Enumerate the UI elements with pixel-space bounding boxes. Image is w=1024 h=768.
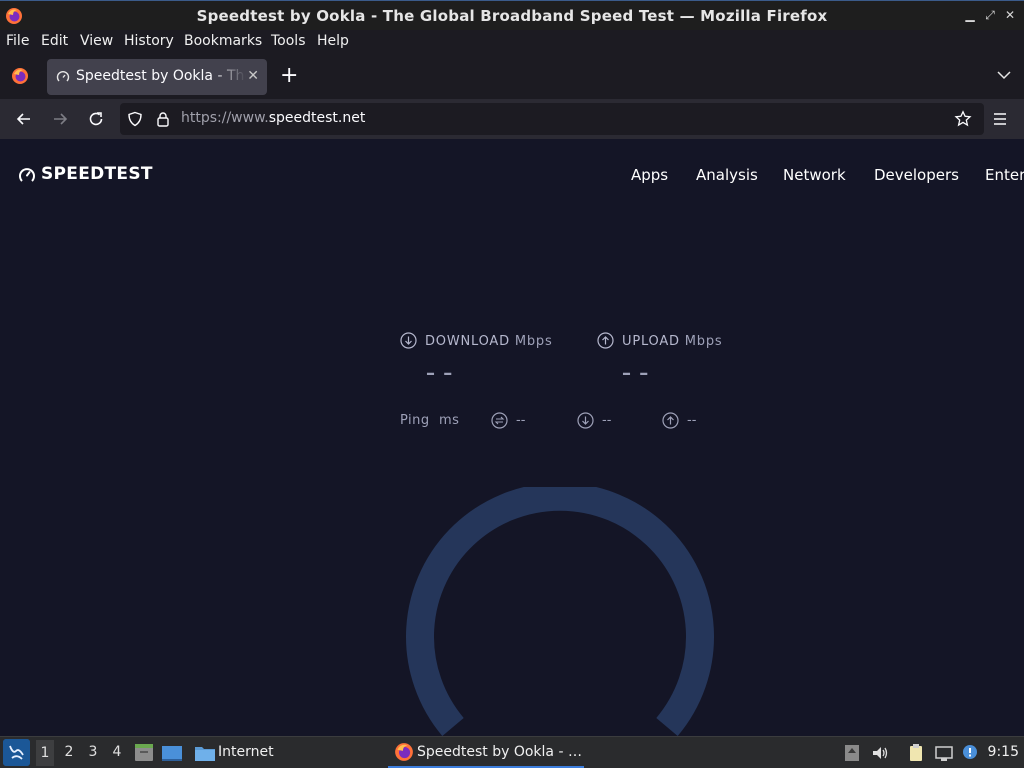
tab-bar: Speedtest by Ookla - The Global Broadban… [0,55,1024,99]
url-text[interactable]: https://www.speedtest.net [181,110,365,126]
speedtest-favicon-icon [56,71,70,82]
tab-close-icon[interactable]: ✕ [247,68,259,84]
ping-idle-stat: -- [491,412,551,430]
tab-speedtest[interactable]: Speedtest by Ookla - The Global Broadban… [47,59,267,95]
url-protocol: https://www. [181,110,269,126]
start-menu-icon[interactable] [3,739,30,766]
hamburger-menu-icon[interactable] [992,111,1008,127]
menu-view[interactable]: View [80,33,113,49]
window-titlebar: Speedtest by Ookla - The Global Broadban… [0,0,1024,30]
taskbar-firefox-task[interactable]: Speedtest by Ookla - … [388,738,584,768]
menu-tools[interactable]: Tools [271,33,306,49]
close-icon[interactable]: ✕ [1003,8,1017,22]
workspace-4[interactable]: 4 [108,744,126,760]
ping-upload-value: -- [687,413,697,428]
nav-enterprise[interactable]: Enterprise [985,166,1024,184]
new-tab-icon[interactable]: + [280,63,298,89]
desktop-icon[interactable] [161,742,183,764]
upload-unit: Mbps [684,334,723,349]
ping-upload-stat: -- [662,412,722,430]
jitter-icon [491,412,508,429]
ping-label: Ping ms [400,413,459,428]
url-domain: speedtest.net [268,110,366,126]
folder-label[interactable]: Internet [218,744,274,760]
back-arrow-icon[interactable] [14,109,34,129]
lock-icon[interactable] [155,111,171,127]
bookmark-star-icon[interactable] [954,110,972,128]
ping-unit: ms [438,413,460,428]
workspace-2[interactable]: 2 [60,744,78,760]
upload-arrow-icon [597,332,614,349]
workspace-1[interactable]: 1 [36,740,54,766]
forward-arrow-icon[interactable] [50,109,70,129]
maximize-icon[interactable]: ⤢ [983,8,997,22]
file-manager-icon[interactable] [133,742,155,764]
download-arrow-icon [577,412,594,429]
notification-icon[interactable] [960,743,980,763]
menu-bar: File Edit View History Bookmarks Tools H… [0,30,1024,55]
upload-tray-icon[interactable] [842,743,862,763]
speedometer-icon [19,168,35,182]
nav-analysis[interactable]: Analysis [696,166,758,184]
upload-label: UPLOAD [622,334,680,349]
ping-idle-value: -- [516,413,526,428]
chevron-down-icon[interactable] [996,67,1012,83]
upload-value: – – [622,363,650,384]
menu-help[interactable]: Help [317,33,349,49]
nav-network[interactable]: Network [783,166,846,184]
window-title: Speedtest by Ookla - The Global Broadban… [196,7,828,25]
nav-developers[interactable]: Developers [874,166,959,184]
nav-apps[interactable]: Apps [631,166,668,184]
ping-download-stat: -- [577,412,637,430]
download-arrow-icon [400,332,417,349]
download-label: DOWNLOAD [425,334,510,349]
menu-file[interactable]: File [6,33,29,49]
menu-history[interactable]: History [124,33,174,49]
clipboard-icon[interactable] [906,743,926,763]
download-value: – – [426,363,454,384]
task-title: Speedtest by Ookla - … [417,744,582,760]
menu-bookmarks[interactable]: Bookmarks [184,33,262,49]
nav-bar: https://www.speedtest.net [0,99,1024,139]
minimize-icon[interactable]: ▁ [963,8,977,22]
firefox-view-icon[interactable] [11,67,29,85]
clock: 9:15 [987,744,1019,760]
reload-icon[interactable] [86,109,106,129]
firefox-icon [395,743,413,761]
speed-gauge[interactable] [405,487,715,736]
network-icon[interactable] [934,743,954,763]
menu-edit[interactable]: Edit [41,33,68,49]
workspace-3[interactable]: 3 [84,744,102,760]
folder-icon[interactable] [194,742,216,764]
ping-download-value: -- [602,413,612,428]
shield-icon[interactable] [127,111,143,127]
download-unit: Mbps [514,334,553,349]
page-content: SPEEDTEST Apps Analysis Network Develope… [0,139,1024,736]
ping-text: Ping [400,413,430,428]
brand-name: SPEEDTEST [41,164,153,184]
tab-title: Speedtest by Ookla - The Global Broadban… [76,68,246,84]
taskbar: 1 2 3 4 Internet Speedtest by Ookla - … [0,736,1024,768]
upload-arrow-icon [662,412,679,429]
volume-icon[interactable] [870,743,890,763]
url-bar[interactable]: https://www.speedtest.net [120,103,984,135]
